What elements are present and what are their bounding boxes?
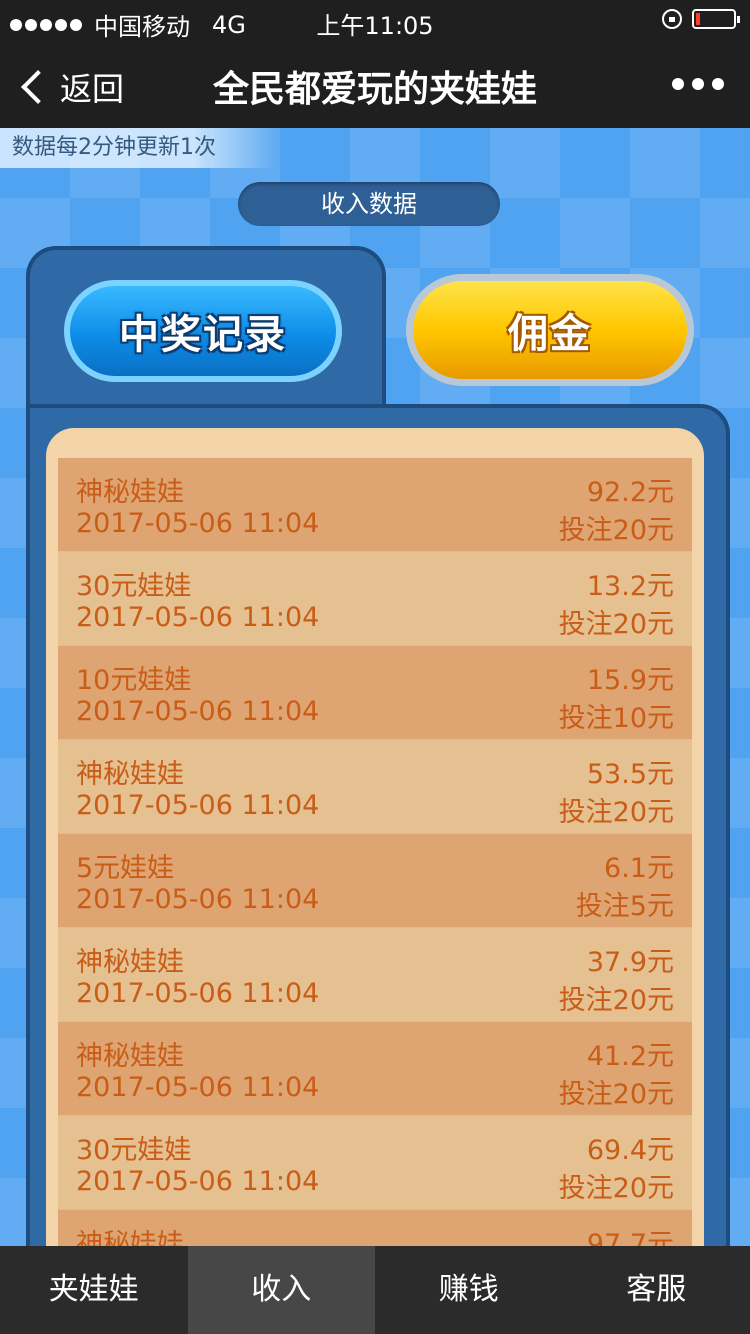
record-time: 2017-05-06 11:04 [76,508,320,539]
list-item[interactable]: 神秘娃娃 2017-05-06 11:04 92.2元 投注20元 [58,458,692,552]
record-name: 30元娃娃 [76,571,192,602]
record-name: 30元娃娃 [76,1135,192,1166]
more-dot-icon [712,78,724,90]
list-item[interactable]: 神秘娃娃 2017-05-06 11:04 53.5元 投注20元 [58,740,692,834]
tab-win-records[interactable]: 中奖记录 [64,280,342,382]
record-amount: 53.5元 [586,759,674,790]
record-name: 神秘娃娃 [76,947,184,978]
record-bet: 投注20元 [558,797,674,828]
update-note: 数据每2分钟更新1次 [0,128,276,168]
more-button[interactable] [672,78,724,90]
more-dot-icon [672,78,684,90]
record-bet: 投注20元 [558,515,674,546]
record-bet: 投注5元 [575,891,674,922]
tab-income[interactable]: 收入 [187,1246,375,1334]
tab-commission[interactable]: 佣金 [406,274,694,386]
record-list: 神秘娃娃 2017-05-06 11:04 92.2元 投注20元 30元娃娃 … [58,458,692,1246]
record-time: 2017-05-06 11:04 [76,696,320,727]
record-amount: 6.1元 [604,853,674,884]
record-amount: 13.2元 [586,571,674,602]
record-amount: 69.4元 [586,1135,674,1166]
record-bet: 投注20元 [558,1173,674,1204]
record-name: 神秘娃娃 [76,759,184,790]
record-bet: 投注10元 [558,703,674,734]
list-item[interactable]: 5元娃娃 2017-05-06 11:04 6.1元 投注5元 [58,834,692,928]
record-name: 神秘娃娃 [76,477,184,508]
list-item[interactable]: 30元娃娃 2017-05-06 11:04 13.2元 投注20元 [58,552,692,646]
list-item[interactable]: 神秘娃娃 97.7元 [58,1210,692,1246]
tab-earn[interactable]: 赚钱 [375,1246,563,1334]
status-bar: 中国移动 4G 上午11:05 [0,0,750,41]
record-name: 5元娃娃 [76,853,175,884]
status-right [662,9,740,29]
record-amount: 97.7元 [586,1229,674,1246]
list-item[interactable]: 30元娃娃 2017-05-06 11:04 69.4元 投注20元 [58,1116,692,1210]
tab-customer-service[interactable]: 客服 [563,1246,750,1334]
record-amount: 92.2元 [586,477,674,508]
tab-win-records-label: 中奖记录 [70,286,336,376]
list-item[interactable]: 10元娃娃 2017-05-06 11:04 15.9元 投注10元 [58,646,692,740]
record-time: 2017-05-06 11:04 [76,790,320,821]
rotation-lock-icon [662,9,682,29]
record-amount: 15.9元 [586,665,674,696]
bottom-tab-bar: 夹娃娃 收入 赚钱 客服 [0,1246,750,1334]
record-name: 神秘娃娃 [76,1041,184,1072]
list-item[interactable]: 神秘娃娃 2017-05-06 11:04 37.9元 投注20元 [58,928,692,1022]
record-bet: 投注20元 [558,1079,674,1110]
status-time: 上午11:05 [316,12,434,40]
page-title: 全民都爱玩的夹娃娃 [212,69,537,110]
more-dot-icon [692,78,704,90]
record-list-frame[interactable]: 神秘娃娃 2017-05-06 11:04 92.2元 投注20元 30元娃娃 … [46,428,704,1246]
list-item[interactable]: 神秘娃娃 2017-05-06 11:04 41.2元 投注20元 [58,1022,692,1116]
record-bet: 投注20元 [558,985,674,1016]
record-name: 神秘娃娃 [76,1229,184,1246]
record-time: 2017-05-06 11:04 [76,884,320,915]
record-time: 2017-05-06 11:04 [76,978,320,1009]
record-time: 2017-05-06 11:04 [76,1072,320,1103]
record-bet: 投注20元 [558,609,674,640]
tab-claw-machine[interactable]: 夹娃娃 [0,1246,188,1334]
tab-commission-label: 佣金 [413,281,687,379]
record-time: 2017-05-06 11:04 [76,1166,320,1197]
record-amount: 37.9元 [586,947,674,978]
section-label: 收入数据 [238,182,500,226]
nav-bar: 返回 全民都爱玩的夹娃娃 [0,40,750,128]
record-time: 2017-05-06 11:04 [76,602,320,633]
battery-icon [692,9,740,29]
main-stage: 数据每2分钟更新1次 收入数据 中奖记录 佣金 神秘娃娃 2017-05-06 … [0,128,750,1246]
record-amount: 41.2元 [586,1041,674,1072]
record-name: 10元娃娃 [76,665,192,696]
